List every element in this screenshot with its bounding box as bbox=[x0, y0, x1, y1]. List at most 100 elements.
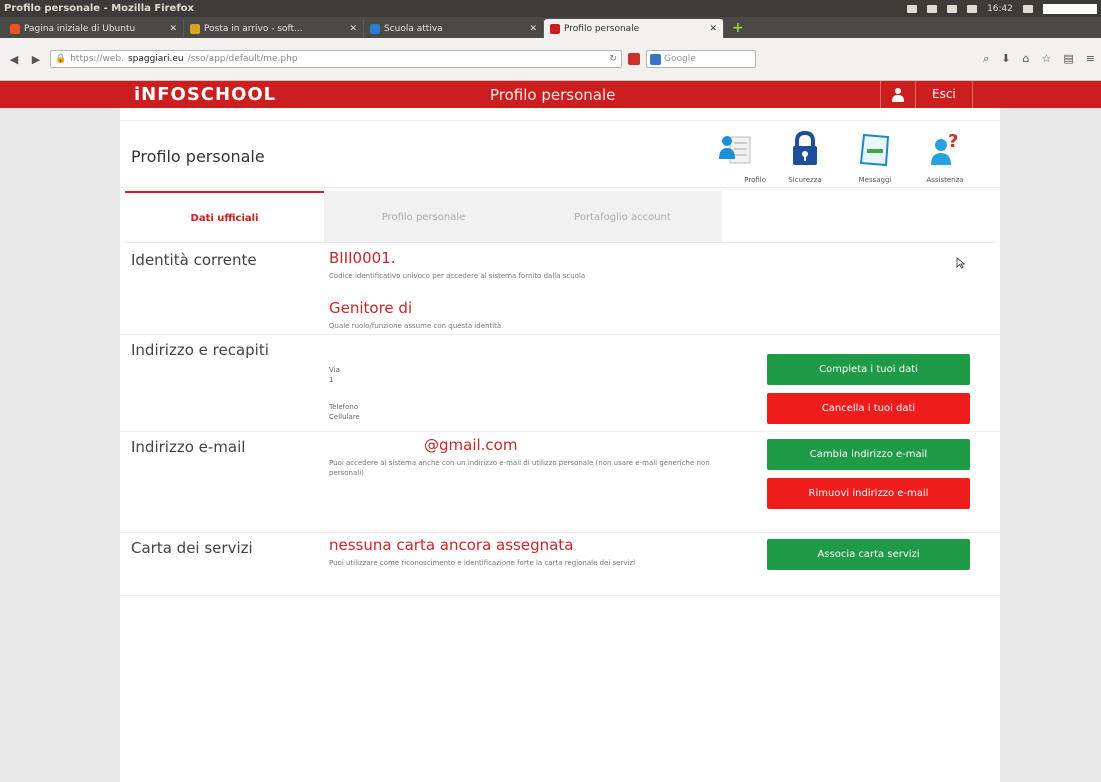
remove-email-button[interactable]: Rimuovi indirizzo e-mail bbox=[767, 478, 970, 509]
volume-icon[interactable] bbox=[967, 4, 978, 13]
back-icon[interactable]: ◀ bbox=[6, 51, 22, 67]
service-card-section: Carta dei servizi nessuna carta ancora a… bbox=[120, 533, 1000, 596]
profile-header: Profilo personale Profilo Sicurezza Mess… bbox=[120, 120, 1000, 188]
tabs-divider bbox=[125, 242, 995, 243]
tab-title: Pagina iniziale di Ubuntu bbox=[24, 23, 136, 34]
page-title: Profilo personale bbox=[131, 147, 265, 166]
mail-icon[interactable] bbox=[927, 4, 938, 13]
user-role: Genitore di bbox=[329, 299, 413, 317]
tab-title: Posta in arrivo - soft... bbox=[204, 23, 303, 34]
network-icon[interactable] bbox=[907, 4, 918, 13]
url-prefix: https://web. bbox=[70, 54, 124, 64]
school-favicon-icon bbox=[370, 23, 380, 34]
profile-card-icon bbox=[719, 136, 751, 164]
address-street: Via bbox=[329, 366, 340, 374]
section-label: Identità corrente bbox=[131, 251, 257, 269]
url-bar[interactable]: 🔒 https://web. spaggiari.eu/sso/app/defau… bbox=[50, 50, 622, 68]
identity-section: Identità corrente BIII0001. Codice ident… bbox=[120, 245, 1000, 335]
svg-text:?: ? bbox=[948, 131, 958, 152]
address-section: Indirizzo e recapiti Via 1 Telefono Cell… bbox=[120, 335, 1000, 432]
message-icon bbox=[859, 133, 890, 167]
browser-tab[interactable]: Posta in arrivo - soft... ✕ bbox=[184, 19, 364, 38]
shortcut-label: Assistenza bbox=[926, 176, 964, 184]
browser-tab[interactable]: Scuola attiva ✕ bbox=[364, 19, 544, 38]
home-icon[interactable]: ⌂ bbox=[1023, 52, 1030, 66]
new-tab-button[interactable]: + bbox=[724, 19, 752, 38]
url-host: spaggiari.eu bbox=[127, 54, 184, 64]
tab-title: Profilo personale bbox=[564, 23, 640, 34]
browser-tab-active[interactable]: Profilo personale ✕ bbox=[544, 19, 724, 38]
search-input[interactable]: Google bbox=[646, 50, 756, 68]
close-icon[interactable]: ✕ bbox=[529, 24, 537, 34]
tab-dati-ufficiali[interactable]: Dati ufficiali bbox=[125, 191, 324, 243]
profile-tabs: Dati ufficiali Profilo personale Portafo… bbox=[125, 191, 722, 243]
complete-data-button[interactable]: Completa i tuoi dati bbox=[767, 354, 970, 385]
system-tray: 16:42 bbox=[907, 0, 1101, 17]
brand-logo[interactable]: iNFOSCHOOL bbox=[134, 84, 276, 105]
lock-icon bbox=[793, 131, 817, 165]
bookmarks-icon[interactable]: ▤ bbox=[1063, 52, 1073, 66]
window-titlebar: Profilo personale - Mozilla Firefox 16:4… bbox=[0, 0, 1101, 17]
service-card-value: nessuna carta ancora assegnata bbox=[329, 536, 574, 554]
url-path: /sso/app/default/me.php bbox=[187, 54, 298, 64]
messages-shortcut[interactable]: Messaggi bbox=[840, 127, 910, 185]
mail-favicon-icon bbox=[190, 23, 200, 34]
help-icon: ? bbox=[931, 131, 958, 165]
forward-icon[interactable]: ▶ bbox=[28, 51, 44, 67]
user-icon bbox=[892, 87, 904, 102]
tab-profilo-personale[interactable]: Profilo personale bbox=[324, 191, 523, 243]
browser-navbar: ◀ ▶ 🔒 https://web. spaggiari.eu/sso/app/d… bbox=[0, 38, 1101, 81]
service-card-hint: Puoi utilizzare come riconoscimento e id… bbox=[329, 559, 636, 567]
browser-tab[interactable]: Pagina iniziale di Ubuntu ✕ bbox=[4, 19, 184, 38]
menu-icon[interactable]: ≡ bbox=[1086, 52, 1095, 66]
profile-shortcut[interactable]: Profilo bbox=[700, 127, 770, 185]
user-name-field[interactable] bbox=[1043, 3, 1097, 14]
download-icon[interactable]: ⬇ bbox=[1001, 52, 1010, 66]
reload-icon[interactable]: ↻ bbox=[609, 54, 617, 64]
tab-portafoglio-account[interactable]: Portafoglio account bbox=[523, 191, 722, 243]
main-content: Profilo personale Profilo Sicurezza Mess… bbox=[120, 108, 1000, 782]
shortcut-label: Messaggi bbox=[858, 176, 892, 184]
address-number: 1 bbox=[329, 376, 334, 384]
lock-icon: 🔒 bbox=[55, 54, 67, 64]
header-title: Profilo personale bbox=[490, 86, 616, 104]
app-header: iNFOSCHOOL Profilo personale Esci bbox=[0, 81, 1101, 108]
keyboard-icon[interactable] bbox=[947, 4, 958, 13]
email-hint: Puoi accedere al sistema anche con un in… bbox=[329, 459, 710, 477]
infoschool-favicon-icon bbox=[550, 23, 560, 34]
shortcut-label: Profilo bbox=[744, 176, 766, 184]
tab-title: Scuola attiva bbox=[384, 23, 443, 34]
shortcut-label: Sicurezza bbox=[788, 176, 822, 184]
delete-data-button[interactable]: Cancella i tuoi dati bbox=[767, 393, 970, 424]
search-placeholder: Google bbox=[664, 54, 696, 64]
close-icon[interactable]: ✕ bbox=[169, 24, 177, 34]
email-section: Indirizzo e-mail @gmail.com Puoi acceder… bbox=[120, 432, 1000, 533]
toolbar-icons: ⌕ ⬇ ⌂ ☆ ▤ ≡ bbox=[983, 52, 1095, 66]
user-code-hint: Codice identificativo univoco per accede… bbox=[329, 272, 586, 280]
browser-tab-strip: Pagina iniziale di Ubuntu ✕ Posta in arr… bbox=[0, 17, 1101, 38]
change-email-button[interactable]: Cambia indirizzo e-mail bbox=[767, 439, 970, 470]
mobile-label: Cellulare bbox=[329, 413, 360, 421]
user-icon[interactable] bbox=[1023, 4, 1033, 13]
ubuntu-favicon-icon bbox=[10, 23, 20, 34]
close-icon[interactable]: ✕ bbox=[709, 24, 717, 34]
user-role-hint: Quale ruolo/funzione assume con questa i… bbox=[329, 322, 502, 330]
user-button[interactable] bbox=[880, 81, 916, 108]
phone-label: Telefono bbox=[329, 403, 359, 411]
clock[interactable]: 16:42 bbox=[987, 4, 1013, 14]
search-icon[interactable]: ⌕ bbox=[983, 52, 989, 66]
close-icon[interactable]: ✕ bbox=[349, 24, 357, 34]
window-title: Profilo personale - Mozilla Firefox bbox=[4, 3, 195, 14]
mouse-pointer-icon bbox=[956, 257, 966, 269]
section-label: Indirizzo e recapiti bbox=[131, 341, 269, 359]
email-value: @gmail.com bbox=[424, 436, 518, 454]
section-label: Carta dei servizi bbox=[131, 539, 253, 557]
bookmark-star-icon[interactable]: ☆ bbox=[1042, 52, 1052, 66]
associate-card-button[interactable]: Associa carta servizi bbox=[767, 539, 970, 570]
logout-button[interactable]: Esci bbox=[916, 81, 973, 108]
support-shortcut[interactable]: ? Assistenza bbox=[910, 127, 980, 185]
security-shortcut[interactable]: Sicurezza bbox=[770, 127, 840, 185]
user-code: BIII0001. bbox=[329, 249, 396, 267]
search-engine-icon[interactable] bbox=[650, 53, 661, 65]
addon-icon[interactable] bbox=[628, 53, 640, 65]
